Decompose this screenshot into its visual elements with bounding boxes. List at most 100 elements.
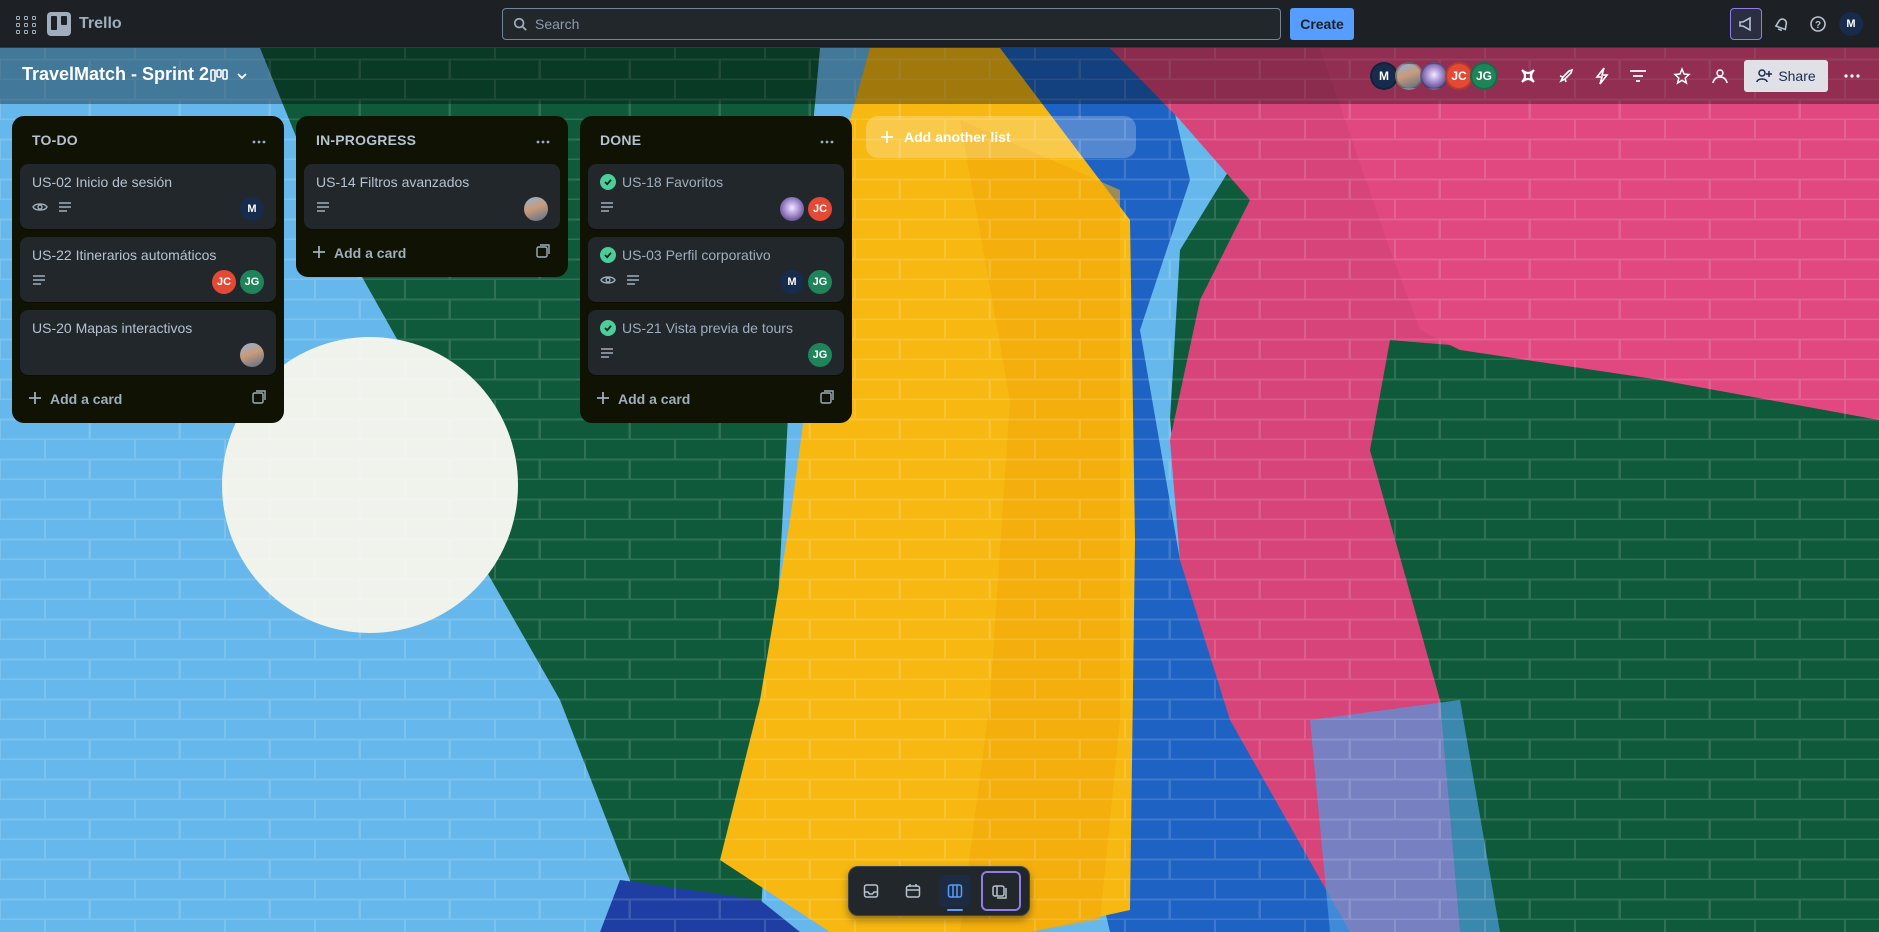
card-footer: M [32,197,264,221]
description-icon [600,346,614,364]
avatar-photo[interactable] [1420,62,1448,90]
add-list-label: Add another list [904,129,1011,145]
avatar[interactable]: M [780,270,804,294]
list-title[interactable]: IN-PROGRESS [316,132,416,148]
card-badges [316,200,330,218]
card-template-icon[interactable] [536,243,550,263]
card-template-icon[interactable] [820,389,834,409]
avatar[interactable]: JG [808,270,832,294]
avatar-initials: JG [812,349,828,361]
avatar-photo[interactable] [240,343,264,367]
power-ups-icon[interactable] [1514,62,1542,90]
avatar[interactable]: JC [1445,62,1473,90]
list-footer: Add a card [20,383,276,415]
card-title: US-20 Mapas interactivos [32,320,193,336]
card-template-icon[interactable] [252,389,266,409]
card-title-row: US-22 Itinerarios automáticos [32,246,264,264]
card[interactable]: US-14 Filtros avanzados [304,164,560,229]
announcements-icon[interactable] [1730,8,1762,40]
search-input[interactable] [535,16,1235,32]
add-card-button[interactable]: Add a card [312,245,406,262]
svg-text:?: ? [1815,20,1821,31]
help-icon[interactable]: ? [1802,8,1834,40]
list-in-progress: IN-PROGRESS US-14 Filtros avanzados Add a … [296,116,568,277]
switch-boards-icon[interactable] [981,871,1021,911]
avatar[interactable]: JG [808,343,832,367]
card-badges [32,200,72,218]
card[interactable]: US-18 Favoritos JC [588,164,844,229]
watching-eye-icon [600,273,616,291]
board-members[interactable]: M JC JG [1370,62,1498,90]
avatar-initials: JC [812,203,828,215]
avatar-photo[interactable] [1395,62,1423,90]
card[interactable]: US-21 Vista previa de tours JG [588,310,844,375]
card[interactable]: US-22 Itinerarios automáticos JC JG [20,237,276,302]
list-header: DONE [588,124,844,156]
account-avatar[interactable]: M [1839,12,1863,36]
add-card-label: Add a card [334,245,407,261]
planner-icon[interactable] [897,875,929,907]
board-view-switcher[interactable] [208,62,252,90]
notifications-icon[interactable] [1766,8,1798,40]
board-title[interactable]: TravelMatch - Sprint 2 [22,64,209,85]
list-title[interactable]: DONE [600,132,641,148]
share-button[interactable]: Share [1744,60,1828,92]
add-card-button[interactable]: Add a card [596,391,690,408]
add-another-list-button[interactable]: Add another list [866,116,1136,158]
app-name: Trello [79,15,122,32]
complete-check-icon[interactable] [600,247,616,263]
automation-icon[interactable] [1588,62,1616,90]
card-badges [600,346,614,364]
visibility-icon[interactable] [1706,62,1734,90]
avatar[interactable]: M [1370,62,1398,90]
list-actions-icon[interactable] [252,131,266,149]
complete-check-icon[interactable] [600,320,616,336]
trello-home-link[interactable]: Trello [47,12,122,36]
avatar[interactable]: JC [808,197,832,221]
card-title: US-03 Perfil corporativo [622,247,771,263]
avatar[interactable]: JG [240,270,264,294]
avatar-initials: M [1379,69,1389,83]
card[interactable]: US-03 Perfil corporativo M JG [588,237,844,302]
avatar-initials: JG [244,276,260,288]
filter-icon[interactable] [1624,62,1652,90]
card-members: JG [808,343,832,367]
app-switcher-icon[interactable] [12,12,36,36]
card-members [240,343,264,367]
card-title-row: US-02 Inicio de sesión [32,173,264,191]
card-title: US-02 Inicio de sesión [32,174,173,190]
list-done: DONE US-18 Favoritos JC US-03 Perfil corpor… [580,116,852,423]
plus-icon [881,131,893,143]
star-icon[interactable] [1668,62,1696,90]
card[interactable]: US-20 Mapas interactivos [20,310,276,375]
plus-icon [596,391,610,408]
card-badges [32,273,46,291]
complete-check-icon[interactable] [600,174,616,190]
avatar[interactable]: M [240,197,264,221]
card-footer: JG [600,343,832,367]
card-members: M JG [780,270,832,294]
list-title[interactable]: TO-DO [32,132,78,148]
plus-icon [312,245,326,262]
inbox-icon[interactable] [855,875,887,907]
card-footer [316,197,548,221]
list-actions-icon[interactable] [536,131,550,149]
create-button[interactable]: Create [1290,8,1354,40]
more-options-icon[interactable] [1838,62,1866,90]
avatar[interactable]: JC [212,270,236,294]
search-box[interactable] [502,8,1281,40]
avatar-photo[interactable] [524,197,548,221]
avatar[interactable]: JG [1470,62,1498,90]
card-title-row: US-14 Filtros avanzados [316,173,548,191]
list-actions-icon[interactable] [820,131,834,149]
avatar-photo[interactable] [780,197,804,221]
card-badges [600,200,614,218]
add-card-button[interactable]: Add a card [28,391,122,408]
view-switcher-bar [848,866,1030,916]
rocket-icon[interactable] [1552,62,1580,90]
card-footer: JC [600,197,832,221]
board-icon[interactable] [939,875,971,911]
card[interactable]: US-02 Inicio de sesión M [20,164,276,229]
description-icon [600,200,614,218]
card-members [524,197,548,221]
